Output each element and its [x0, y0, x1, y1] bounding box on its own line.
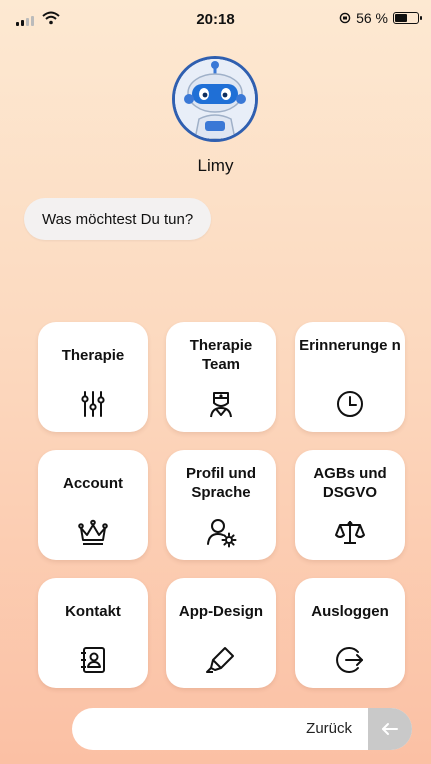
- bot-avatar: [172, 56, 258, 142]
- scales-icon: [334, 516, 366, 548]
- back-button[interactable]: Zurück: [72, 708, 412, 750]
- sliders-icon: [77, 388, 109, 420]
- menu-tile-profil-und-sprache[interactable]: Profil und Sprache: [166, 450, 276, 560]
- menu-tile-ausloggen[interactable]: Ausloggen: [295, 578, 405, 688]
- status-bar: 20:18 56 %: [0, 0, 431, 36]
- menu-tile-label: Profil und Sprache: [186, 465, 256, 501]
- chat-prompt-bubble: Was möchtest Du tun?: [24, 198, 212, 240]
- menu-tile-label: App-Design: [178, 603, 264, 620]
- menu-tile-label: Ausloggen: [311, 603, 389, 620]
- robot-icon: [175, 59, 255, 139]
- menu-tile-app-design[interactable]: App-Design: [166, 578, 276, 688]
- back-button-label: Zurück: [306, 720, 352, 737]
- crown-icon: [77, 516, 109, 548]
- menu-tile-account[interactable]: Account: [38, 450, 148, 560]
- contact-book-icon: [77, 644, 109, 676]
- app-screen: 20:18 56 % Limy Was möchtest Du tun? The…: [0, 0, 431, 764]
- user-settings-icon: [205, 516, 237, 548]
- highlighter-icon: [205, 644, 237, 676]
- battery-icon: [393, 12, 422, 24]
- battery-percent: 56 %: [356, 10, 388, 26]
- menu-tile-label: Therapie: [61, 347, 125, 364]
- bot-name: Limy: [197, 156, 234, 175]
- battery-status: 56 %: [339, 10, 422, 26]
- menu-tile-erinnerungen[interactable]: Erinnerunge n: [295, 322, 405, 432]
- menu-tile-kontakt[interactable]: Kontakt: [38, 578, 148, 688]
- menu-tile-therapie-team[interactable]: Therapie Team: [166, 322, 276, 432]
- menu-tile-label: Account: [63, 475, 123, 492]
- orientation-lock-icon: [339, 12, 351, 24]
- menu-tile-label: AGBs und DSGVO: [313, 465, 387, 501]
- logout-icon: [334, 644, 366, 676]
- menu-tile-label: Erinnerunge n: [299, 337, 401, 354]
- menu-tile-label: Therapie Team: [189, 337, 253, 373]
- clock-icon: [334, 388, 366, 420]
- menu-tile-label: Kontakt: [65, 603, 121, 620]
- doctor-icon: [205, 388, 237, 420]
- menu-tile-therapie[interactable]: Therapie: [38, 322, 148, 432]
- menu-tile-agbs-und-dsgvo[interactable]: AGBs und DSGVO: [295, 450, 405, 560]
- arrow-left-icon[interactable]: [368, 708, 412, 750]
